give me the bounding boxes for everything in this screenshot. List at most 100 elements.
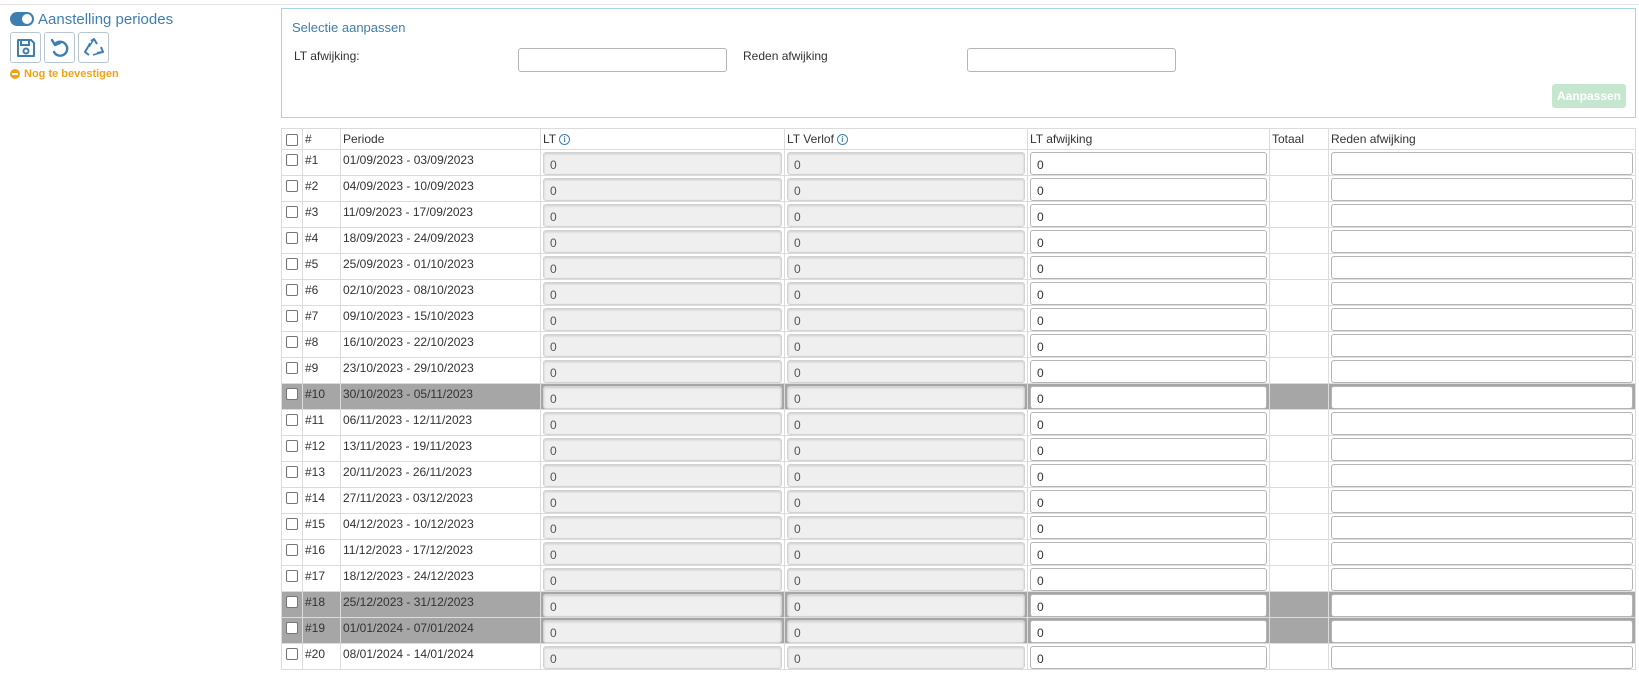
- table-row[interactable]: #7 09/10/2023 - 15/10/2023 0 0 0: [281, 305, 1636, 332]
- table-row[interactable]: #16 11/12/2023 - 17/12/2023 0 0 0: [281, 539, 1636, 566]
- row-checkbox[interactable]: [286, 232, 298, 244]
- row-checkbox[interactable]: [286, 466, 298, 478]
- status-badge: Nog te bevestigen: [10, 68, 270, 80]
- table-row[interactable]: #14 27/11/2023 - 03/12/2023 0 0 0: [281, 487, 1636, 514]
- deviation-input[interactable]: 0: [1030, 412, 1267, 435]
- row-checkbox[interactable]: [286, 284, 298, 296]
- deviation-input[interactable]: 0: [1030, 282, 1267, 305]
- reason-input[interactable]: [1331, 646, 1633, 669]
- row-checkbox[interactable]: [286, 440, 298, 452]
- select-all-checkbox[interactable]: [286, 133, 298, 146]
- deviation-input[interactable]: 0: [1030, 438, 1267, 461]
- table-row[interactable]: #13 20/11/2023 - 26/11/2023 0 0 0: [281, 461, 1636, 488]
- reason-input[interactable]: [1331, 334, 1633, 357]
- row-checkbox[interactable]: [286, 648, 298, 660]
- row-checkbox[interactable]: [286, 570, 298, 582]
- deviation-input[interactable]: 0: [1030, 620, 1267, 643]
- row-checkbox[interactable]: [286, 310, 298, 322]
- deviation-input[interactable]: 0: [1030, 152, 1267, 175]
- row-period: 06/11/2023 - 12/11/2023: [340, 409, 541, 436]
- reason-input[interactable]: [1331, 516, 1633, 539]
- deviation-input[interactable]: 0: [1030, 646, 1267, 669]
- reason-input[interactable]: [1331, 152, 1633, 175]
- reason-input[interactable]: [967, 48, 1176, 72]
- reason-input[interactable]: [1331, 386, 1633, 409]
- undo-button[interactable]: [44, 32, 75, 63]
- reason-input[interactable]: [1331, 464, 1633, 487]
- deviation-input[interactable]: 0: [1030, 386, 1267, 409]
- table-row[interactable]: #5 25/09/2023 - 01/10/2023 0 0 0: [281, 253, 1636, 280]
- deviation-input[interactable]: 0: [1030, 568, 1267, 591]
- reason-input[interactable]: [1331, 178, 1633, 201]
- deviation-input[interactable]: 0: [1030, 178, 1267, 201]
- reason-input[interactable]: [1331, 620, 1633, 643]
- reason-input[interactable]: [1331, 568, 1633, 591]
- row-lt-cell: 0: [540, 201, 785, 228]
- row-checkbox[interactable]: [286, 258, 298, 270]
- deviation-input[interactable]: 0: [1030, 360, 1267, 383]
- apply-button[interactable]: Aanpassen: [1552, 84, 1626, 108]
- row-checkbox[interactable]: [286, 414, 298, 426]
- deviation-input[interactable]: 0: [1030, 490, 1267, 513]
- reason-input[interactable]: [1331, 438, 1633, 461]
- reason-input[interactable]: [1331, 594, 1633, 617]
- lt-deviation-input[interactable]: [518, 48, 727, 72]
- table-row[interactable]: #17 18/12/2023 - 24/12/2023 0 0 0: [281, 565, 1636, 592]
- table-row[interactable]: #6 02/10/2023 - 08/10/2023 0 0 0: [281, 279, 1636, 306]
- deviation-input[interactable]: 0: [1030, 204, 1267, 227]
- row-period: 25/12/2023 - 31/12/2023: [340, 591, 541, 618]
- row-checkbox[interactable]: [286, 336, 298, 348]
- reason-input[interactable]: [1331, 490, 1633, 513]
- row-leave-cell: 0: [784, 539, 1028, 566]
- deviation-input[interactable]: 0: [1030, 308, 1267, 331]
- row-checkbox[interactable]: [286, 154, 298, 166]
- table-row[interactable]: #2 04/09/2023 - 10/09/2023 0 0 0: [281, 175, 1636, 202]
- deviation-input[interactable]: 0: [1030, 542, 1267, 565]
- table-row[interactable]: #10 30/10/2023 - 05/11/2023 0 0 0: [281, 383, 1636, 410]
- row-checkbox[interactable]: [286, 518, 298, 530]
- row-checkbox[interactable]: [286, 362, 298, 374]
- reason-input[interactable]: [1331, 204, 1633, 227]
- row-deviation-cell: 0: [1027, 435, 1270, 462]
- save-button[interactable]: [10, 32, 41, 63]
- row-checkbox[interactable]: [286, 544, 298, 556]
- reason-input[interactable]: [1331, 230, 1633, 253]
- row-checkbox[interactable]: [286, 622, 298, 634]
- toggle-icon[interactable]: [10, 12, 34, 26]
- table-row[interactable]: #9 23/10/2023 - 29/10/2023 0 0 0: [281, 357, 1636, 384]
- reason-input[interactable]: [1331, 542, 1633, 565]
- row-checkbox[interactable]: [286, 388, 298, 400]
- row-number: #15: [302, 513, 341, 540]
- deviation-input[interactable]: 0: [1030, 256, 1267, 279]
- deviation-input[interactable]: 0: [1030, 230, 1267, 253]
- reason-input[interactable]: [1331, 282, 1633, 305]
- table-row[interactable]: #15 04/12/2023 - 10/12/2023 0 0 0: [281, 513, 1636, 540]
- col-total: Totaal: [1269, 128, 1329, 150]
- reason-input[interactable]: [1331, 412, 1633, 435]
- row-lt-cell: 0: [540, 175, 785, 202]
- table-row[interactable]: #1 01/09/2023 - 03/09/2023 0 0 0: [281, 149, 1636, 176]
- table-row[interactable]: #18 25/12/2023 - 31/12/2023 0 0 0: [281, 591, 1636, 618]
- table-row[interactable]: #12 13/11/2023 - 19/11/2023 0 0 0: [281, 435, 1636, 462]
- table-row[interactable]: #4 18/09/2023 - 24/09/2023 0 0 0: [281, 227, 1636, 254]
- reason-input[interactable]: [1331, 308, 1633, 331]
- reason-input[interactable]: [1331, 256, 1633, 279]
- table-row[interactable]: #8 16/10/2023 - 22/10/2023 0 0 0: [281, 331, 1636, 358]
- row-checkbox[interactable]: [286, 492, 298, 504]
- info-icon[interactable]: i: [559, 134, 571, 146]
- deviation-input[interactable]: 0: [1030, 464, 1267, 487]
- table-row[interactable]: #3 11/09/2023 - 17/09/2023 0 0 0: [281, 201, 1636, 228]
- deviation-input[interactable]: 0: [1030, 334, 1267, 357]
- row-number: #6: [302, 279, 341, 306]
- table-row[interactable]: #19 01/01/2024 - 07/01/2024 0 0 0: [281, 617, 1636, 644]
- row-checkbox[interactable]: [286, 596, 298, 608]
- info-icon[interactable]: i: [836, 134, 848, 146]
- recycle-button[interactable]: [78, 32, 109, 63]
- reason-input[interactable]: [1331, 360, 1633, 383]
- deviation-input[interactable]: 0: [1030, 594, 1267, 617]
- table-row[interactable]: #11 06/11/2023 - 12/11/2023 0 0 0: [281, 409, 1636, 436]
- row-checkbox[interactable]: [286, 180, 298, 192]
- table-row[interactable]: #20 08/01/2024 - 14/01/2024 0 0 0: [281, 643, 1636, 670]
- row-checkbox[interactable]: [286, 206, 298, 218]
- deviation-input[interactable]: 0: [1030, 516, 1267, 539]
